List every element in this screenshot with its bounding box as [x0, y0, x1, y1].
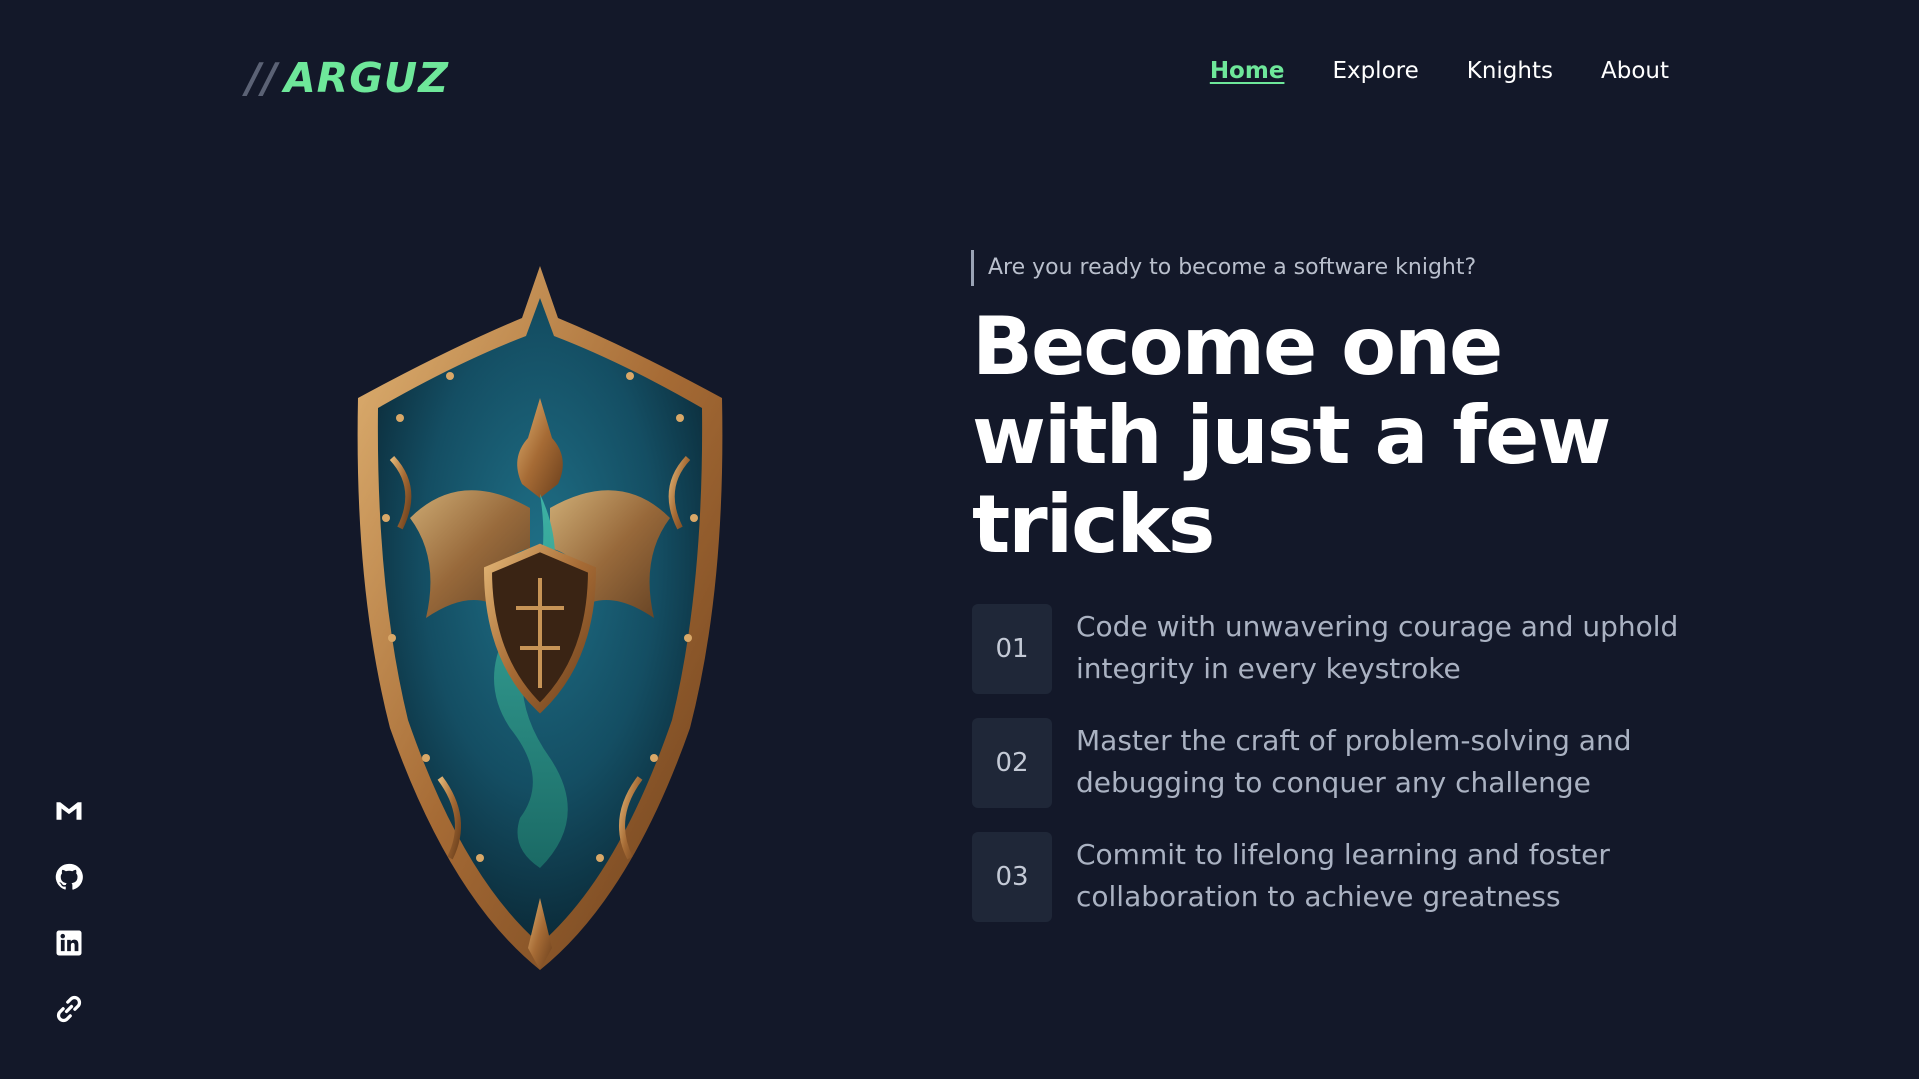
headline-line-3: tricks: [972, 478, 1215, 571]
dragon-shield-image: [330, 258, 750, 978]
linkedin-icon[interactable]: [52, 928, 86, 958]
feature-text-line-1: Code with unwavering courage and uphold: [1076, 610, 1679, 643]
feature-list: 01 Code with unwavering courage and upho…: [972, 604, 1692, 946]
feature-text-line-1: Commit to lifelong learning and foster: [1076, 838, 1610, 871]
feature-item: 01 Code with unwavering courage and upho…: [972, 604, 1692, 694]
feature-item: 03 Commit to lifelong learning and foste…: [972, 832, 1692, 922]
feature-text-line-2: collaboration to achieve greatness: [1076, 880, 1561, 913]
feature-item: 02 Master the craft of problem-solving a…: [972, 718, 1692, 808]
nav-explore[interactable]: Explore: [1332, 58, 1418, 84]
feature-text-line-1: Master the craft of problem-solving and: [1076, 724, 1632, 757]
link-icon[interactable]: [52, 994, 86, 1024]
logo-slashes: //: [246, 54, 278, 102]
nav-knights[interactable]: Knights: [1467, 58, 1553, 84]
nav-home[interactable]: Home: [1210, 58, 1285, 84]
nav-about[interactable]: About: [1601, 58, 1669, 84]
headline-line-2: with just a few: [972, 389, 1611, 482]
headline-line-1: Become one: [972, 300, 1503, 393]
feature-number: 01: [972, 604, 1052, 694]
social-links: [52, 796, 86, 1024]
feature-text: Master the craft of problem-solving and …: [1076, 720, 1631, 804]
logo-name: ARGUZ: [283, 54, 449, 102]
tagline: Are you ready to become a software knigh…: [971, 250, 1476, 286]
feature-text-line-2: integrity in every keystroke: [1076, 652, 1461, 685]
feature-text: Code with unwavering courage and uphold …: [1076, 606, 1678, 690]
feature-number: 02: [972, 718, 1052, 808]
feature-number: 03: [972, 832, 1052, 922]
feature-text: Commit to lifelong learning and foster c…: [1076, 834, 1610, 918]
page: // ARGUZ Home Explore Knights About Are …: [0, 0, 1919, 1079]
main-nav: Home Explore Knights About: [1210, 58, 1669, 84]
feature-text-line-2: debugging to conquer any challenge: [1076, 766, 1591, 799]
hero-headline: Become one with just a few tricks: [972, 302, 1672, 569]
gmail-icon[interactable]: [52, 796, 86, 826]
logo[interactable]: // ARGUZ: [246, 52, 449, 104]
github-icon[interactable]: [52, 862, 86, 892]
